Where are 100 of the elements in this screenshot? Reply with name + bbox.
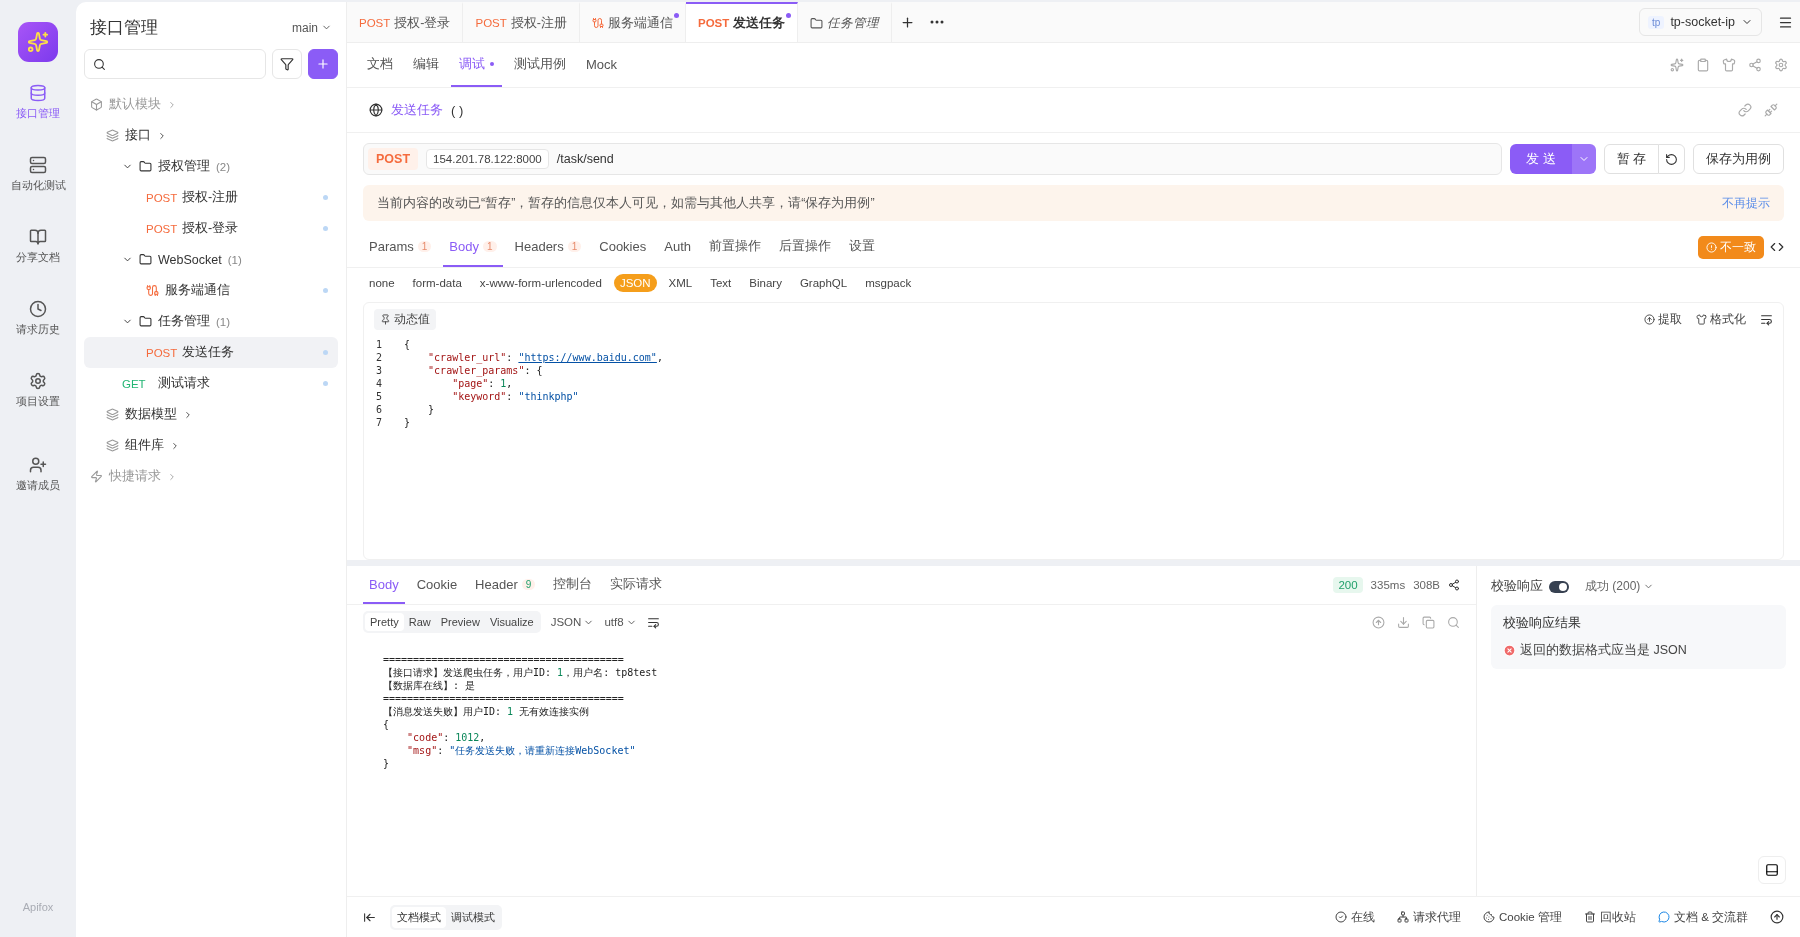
branch-selector[interactable]: main — [292, 20, 332, 35]
request-section-tab[interactable]: 前置操作 — [703, 227, 767, 267]
view-mode-option[interactable]: Pretty — [365, 613, 404, 631]
folder-item[interactable]: 任务管理 (1) — [84, 306, 338, 337]
unsaved-dot — [490, 62, 494, 66]
response-tab[interactable]: Cookie — [410, 566, 464, 604]
folder-item[interactable]: WebSocket (1) — [84, 244, 338, 275]
reset-button[interactable] — [1658, 144, 1685, 174]
response-tab[interactable]: Header 9 — [469, 566, 542, 604]
endpoint-label: 测试请求 — [158, 375, 210, 392]
view-tab[interactable]: Mock — [578, 43, 626, 87]
line-number: 7 — [375, 416, 383, 429]
send-menu-button[interactable] — [1571, 144, 1596, 174]
endpoint-item[interactable]: POST 授权-注册 — [84, 182, 338, 213]
rail-nav-item[interactable]: 请求历史 — [16, 300, 60, 372]
request-tab[interactable]: 任务管理 — [798, 2, 893, 42]
search-field[interactable] — [84, 49, 266, 79]
count-badge: 1 — [567, 240, 582, 252]
request-section-tab[interactable]: Headers 1 — [508, 227, 588, 267]
response-tab[interactable]: 实际请求 — [604, 566, 669, 604]
rail-nav-item[interactable]: 自动化测试 — [10, 156, 66, 228]
folder-icon — [139, 315, 152, 328]
link-icon — [1738, 103, 1752, 117]
response-tab[interactable]: Body — [363, 566, 405, 604]
encoding-selector[interactable]: utf8 — [604, 616, 637, 628]
extract-button[interactable]: 提取 — [1644, 312, 1682, 327]
response-tab[interactable]: 控制台 — [547, 566, 599, 604]
tab-label: 发送任务 — [733, 14, 786, 32]
response-line: { — [383, 718, 391, 731]
view-tab[interactable]: 编辑 — [405, 43, 447, 87]
validation-toggle[interactable] — [1549, 580, 1569, 593]
body-type-option[interactable]: none — [363, 274, 401, 292]
format-selector[interactable]: JSON — [550, 616, 595, 628]
status-bar-item[interactable]: 回收站 — [1583, 909, 1636, 925]
code-icon — [1770, 240, 1784, 254]
folder-label: WebSocket — [158, 252, 222, 267]
view-tab[interactable]: 测试用例 — [506, 43, 574, 87]
item-count: (1) — [227, 253, 242, 266]
request-tab[interactable]: POST 授权-登录 — [347, 2, 464, 42]
upload-icon — [1372, 615, 1385, 629]
view-tab[interactable]: 文档 — [359, 43, 401, 87]
send-button[interactable]: 发 送 — [1509, 144, 1572, 174]
upgrade-button[interactable] — [1770, 910, 1784, 924]
view-mode-option[interactable]: Preview — [435, 613, 485, 631]
mode-option[interactable]: 文档模式 — [392, 906, 446, 928]
rail-nav-item[interactable]: 邀请成员 — [16, 456, 60, 528]
body-type-option[interactable]: Text — [704, 274, 738, 292]
endpoint-item[interactable]: 服务端通信 — [84, 275, 338, 306]
layout-button[interactable] — [1758, 856, 1786, 884]
body-type-option[interactable]: x-www-form-urlencoded — [473, 274, 608, 292]
endpoint-item[interactable]: POST 授权-登录 — [84, 213, 338, 244]
request-section-tab[interactable]: Params 1 — [363, 227, 438, 267]
url-field[interactable]: POST 154.201.78.122:8000 /task/send — [363, 143, 1502, 175]
environment-selector[interactable]: tp tp-socket-ip — [1639, 8, 1762, 36]
request-section-tab[interactable]: Cookies — [593, 227, 653, 267]
method-label: POST — [697, 17, 730, 29]
mode-option[interactable]: 调试模式 — [446, 906, 500, 928]
request-section-tab[interactable]: Auth — [658, 227, 697, 267]
add-button[interactable] — [308, 49, 338, 79]
save-draft-button[interactable]: 暂 存 — [1603, 144, 1659, 174]
body-type-option[interactable]: msgpack — [859, 274, 918, 292]
rail-nav-item[interactable]: 项目设置 — [16, 372, 60, 444]
body-type-option[interactable]: form-data — [406, 274, 468, 292]
folder-item[interactable]: 授权管理 (2) — [84, 151, 338, 182]
body-type-option[interactable]: GraphQL — [793, 274, 854, 292]
rail-nav-item[interactable]: 接口管理 — [16, 84, 60, 156]
status-bar-item[interactable]: 文档 & 交流群 — [1657, 909, 1748, 925]
tree-group-item[interactable]: 接口 — [84, 120, 338, 151]
save-case-button[interactable]: 保存为用例 — [1693, 144, 1784, 174]
endpoint-item[interactable]: GET 测试请求 — [84, 368, 338, 399]
request-tab[interactable]: 服务端通信 — [579, 2, 686, 42]
request-section-tab[interactable]: 后置操作 — [773, 227, 837, 267]
code-line: } — [427, 403, 435, 416]
brand-text: Apifox — [22, 901, 54, 913]
view-tab[interactable]: 调试 — [451, 43, 502, 87]
body-type-option[interactable]: XML — [662, 274, 699, 292]
tree-group-item[interactable]: 数据模型 — [84, 399, 338, 430]
request-tab[interactable]: POST 发送任务 — [685, 2, 799, 42]
dynamic-value-button[interactable]: 动态值 — [374, 309, 436, 330]
view-mode-option[interactable]: Raw — [403, 613, 436, 631]
request-section-tab[interactable]: Body 1 — [443, 227, 503, 267]
status-bar-item[interactable]: 请求代理 — [1396, 909, 1461, 925]
request-tab[interactable]: POST 授权-注册 — [463, 2, 580, 42]
tree-group-item[interactable]: 组件库 — [84, 430, 338, 461]
body-type-option[interactable]: Binary — [743, 274, 788, 292]
view-mode-option[interactable]: Visualize — [484, 613, 539, 631]
tab-label: 授权-注册 — [510, 14, 567, 32]
format-button[interactable]: 格式化 — [1696, 312, 1746, 327]
status-selector[interactable]: 成功 (200) — [1585, 578, 1655, 595]
status-bar-item[interactable]: Cookie 管理 — [1482, 909, 1562, 925]
tab-label: 服务端通信 — [607, 14, 673, 32]
filter-button[interactable] — [272, 49, 302, 79]
group-icon — [106, 129, 119, 142]
rail-nav-item[interactable]: 分享文档 — [16, 228, 60, 300]
status-bar-item[interactable]: 在线 — [1334, 909, 1375, 925]
collapse-button[interactable] — [363, 910, 376, 924]
item-count: (1) — [216, 315, 231, 328]
response-line: 【数据库在线】: 是 — [383, 679, 477, 692]
endpoint-item[interactable]: POST 发送任务 — [84, 337, 338, 368]
request-section-tab[interactable]: 设置 — [843, 227, 881, 267]
